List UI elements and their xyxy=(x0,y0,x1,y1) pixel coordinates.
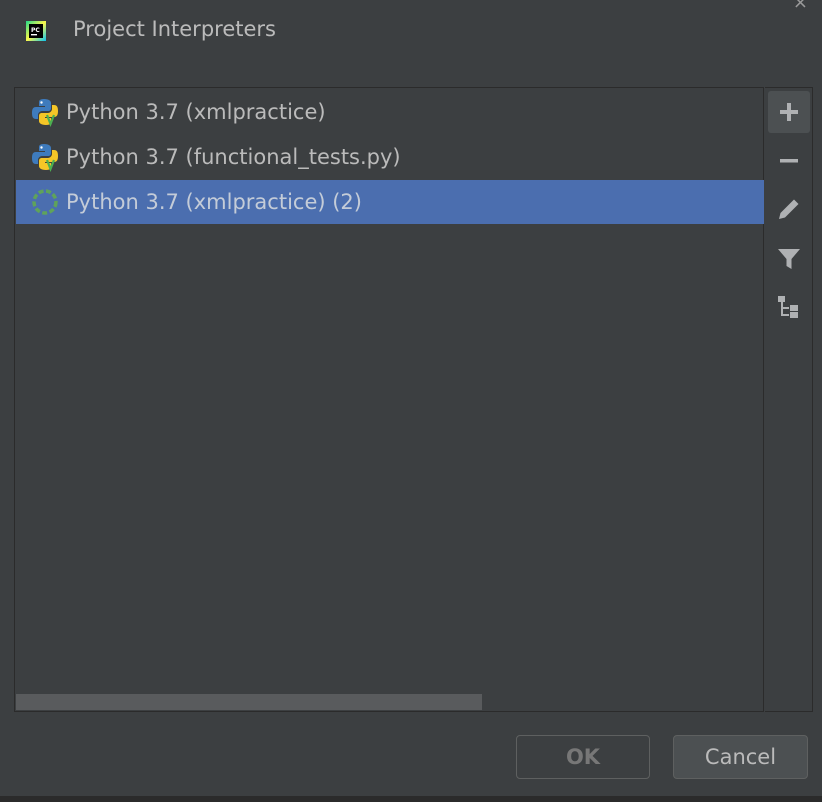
svg-text:PC: PC xyxy=(31,27,40,34)
list-toolbar xyxy=(765,87,813,712)
python-venv-icon xyxy=(32,99,58,127)
interpreter-label: Python 3.7 (xmlpractice) (2) xyxy=(66,190,362,214)
remove-button[interactable] xyxy=(768,140,810,182)
show-paths-button[interactable] xyxy=(768,286,810,328)
filter-icon xyxy=(778,249,800,269)
ok-button[interactable]: OK xyxy=(516,735,650,779)
cancel-button[interactable]: Cancel xyxy=(673,735,808,779)
horizontal-scrollbar[interactable] xyxy=(16,694,482,710)
tree-paths-icon xyxy=(778,296,798,318)
interpreter-label: Python 3.7 (xmlpractice) xyxy=(66,100,326,124)
list-item-selected[interactable]: Python 3.7 (xmlpractice) (2) xyxy=(16,180,764,224)
loading-spinner-icon xyxy=(32,189,58,215)
interpreter-list[interactable]: Python 3.7 (xmlpractice) Python 3.7 (fun… xyxy=(14,87,764,712)
filter-button[interactable] xyxy=(768,238,810,280)
interpreter-label: Python 3.7 (functional_tests.py) xyxy=(66,145,401,169)
minus-icon xyxy=(780,159,798,163)
close-icon[interactable]: × xyxy=(793,0,808,12)
pencil-icon xyxy=(779,199,799,219)
plus-icon xyxy=(780,103,798,121)
add-button[interactable] xyxy=(768,91,810,133)
list-item[interactable]: Python 3.7 (functional_tests.py) xyxy=(16,135,764,179)
title-bar: PC Project Interpreters × xyxy=(0,0,822,60)
pycharm-icon: PC xyxy=(26,21,46,41)
list-item[interactable]: Python 3.7 (xmlpractice) xyxy=(16,90,764,134)
window-bottom-edge xyxy=(0,796,822,802)
dialog-title: Project Interpreters xyxy=(73,17,276,41)
edit-button[interactable] xyxy=(768,188,810,230)
python-venv-icon xyxy=(32,144,58,172)
